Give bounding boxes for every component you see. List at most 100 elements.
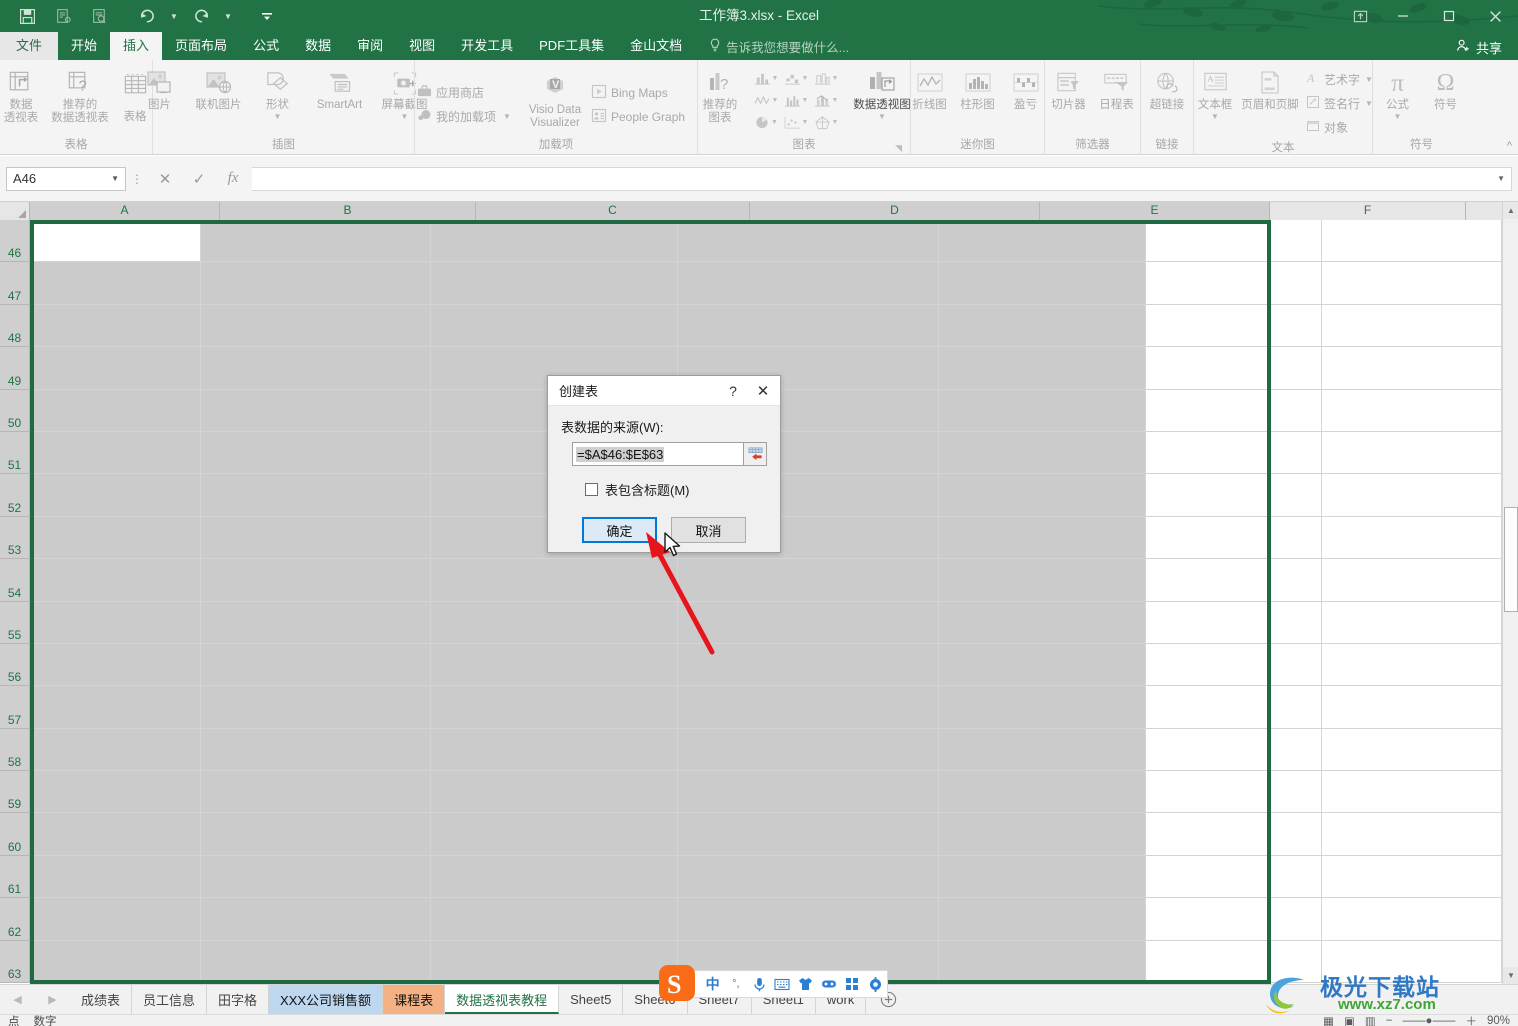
page-layout-icon[interactable]: ▣ xyxy=(1344,1015,1355,1026)
chart-type-grid[interactable]: ▼ ▼ ▼ ▼ ▼ ▼ ▼ ▼ ▼ xyxy=(751,67,841,133)
cell-B56[interactable] xyxy=(200,643,432,686)
row-header-63[interactable]: 63 xyxy=(0,940,30,984)
tab-kingsoft-docs[interactable]: 金山文档 xyxy=(617,32,695,60)
ribbon-tab-row[interactable]: 文件 开始 插入 页面布局 公式 数据 审阅 视图 开发工具 PDF工具集 金山… xyxy=(0,32,1518,60)
collapse-ribbon-icon[interactable]: ^ xyxy=(1507,140,1512,152)
name-box-dropdown-icon[interactable]: ▼ xyxy=(111,174,119,183)
sheet-tab-3[interactable]: XXX公司销售额 xyxy=(269,985,384,1014)
cell-G57[interactable] xyxy=(1322,686,1502,728)
worksheet-grid[interactable]: A B C D E F 46 47 48 49 50 51 52 53 54 55 56 57 58 59… xyxy=(0,202,1518,984)
column-header-F[interactable]: F xyxy=(1270,202,1466,220)
grid-row-58[interactable] xyxy=(30,728,1502,772)
signature-line-button[interactable]: 签名行 ▼ xyxy=(1302,91,1374,115)
tab-page-layout[interactable]: 页面布局 xyxy=(162,32,240,60)
grid-row-60[interactable] xyxy=(30,813,1502,856)
column-header-D[interactable]: D xyxy=(750,202,1040,220)
cell-C59[interactable] xyxy=(431,771,678,813)
sparkline-winloss-button[interactable]: 盈亏 xyxy=(1003,65,1049,114)
row-header-51[interactable]: 51 xyxy=(0,431,30,475)
formula-input[interactable]: ▼ xyxy=(252,166,1512,191)
symbol-button[interactable]: Ω 符号 xyxy=(1423,65,1469,114)
has-headers-checkbox-row[interactable]: 表包含标题(M) xyxy=(585,480,767,499)
ribbon-tabs[interactable]: 文件 开始 插入 页面布局 公式 数据 审阅 视图 开发工具 PDF工具集 金山… xyxy=(0,32,1518,60)
cell-D48[interactable] xyxy=(677,304,939,347)
statistic-chart-icon[interactable]: ▼ xyxy=(751,89,781,111)
print-preview-icon[interactable] xyxy=(46,2,80,30)
cell-E60[interactable] xyxy=(938,813,1146,855)
grid-cells[interactable] xyxy=(30,220,1502,984)
formula-bar-grip[interactable]: ⋮ xyxy=(126,172,148,186)
cell-B47[interactable] xyxy=(200,262,432,304)
customize-qat-icon[interactable] xyxy=(250,2,284,30)
cell-B46[interactable] xyxy=(200,220,432,262)
tab-insert[interactable]: 插入 xyxy=(110,32,163,60)
cell-A49[interactable] xyxy=(30,347,201,389)
grid-row-61[interactable] xyxy=(30,855,1502,899)
equation-button[interactable]: π 公式 ▼ xyxy=(1375,65,1421,123)
quick-access-toolbar[interactable]: ▼ ▼ xyxy=(10,2,284,30)
cell-F60[interactable] xyxy=(1145,813,1323,855)
recommended-pivot-tables-button[interactable]: ? 推荐的 数据透视表 xyxy=(50,65,110,127)
cell-A51[interactable] xyxy=(30,431,201,474)
cell-A48[interactable] xyxy=(30,304,201,347)
cell-E61[interactable] xyxy=(938,855,1146,898)
cell-G47[interactable] xyxy=(1322,262,1502,304)
settings-icon[interactable] xyxy=(864,972,887,996)
cell-D54[interactable] xyxy=(677,559,939,601)
cell-E53[interactable] xyxy=(938,516,1146,559)
my-addins-dropdown-icon[interactable]: ▼ xyxy=(503,113,511,121)
row-header-53[interactable]: 53 xyxy=(0,516,30,560)
close-icon[interactable]: ✕ xyxy=(748,377,778,405)
row-header-58[interactable]: 58 xyxy=(0,728,30,772)
cell-E59[interactable] xyxy=(938,771,1146,813)
cell-E49[interactable] xyxy=(938,347,1146,389)
column-header-A[interactable]: A xyxy=(30,202,220,220)
cell-C62[interactable] xyxy=(431,898,678,940)
cell-A47[interactable] xyxy=(30,262,201,304)
column-chart-icon[interactable]: ▼ xyxy=(751,67,781,89)
cell-B49[interactable] xyxy=(200,347,432,389)
page-break-icon[interactable]: ▥ xyxy=(1365,1015,1376,1026)
cell-A53[interactable] xyxy=(30,516,201,559)
zoom-out-icon[interactable]: − xyxy=(1386,1015,1393,1026)
cell-C56[interactable] xyxy=(431,643,678,686)
cell-B58[interactable] xyxy=(200,728,432,771)
save-icon[interactable] xyxy=(10,2,44,30)
cell-D47[interactable] xyxy=(677,262,939,304)
cell-A57[interactable] xyxy=(30,686,201,728)
cell-B60[interactable] xyxy=(200,813,432,855)
cell-G60[interactable] xyxy=(1322,813,1502,855)
create-table-dialog[interactable]: 创建表 ? ✕ 表数据的来源(W): =$A$46:$E$63 表包含标题(M)… xyxy=(547,375,781,553)
cell-E51[interactable] xyxy=(938,431,1146,474)
cell-E48[interactable] xyxy=(938,304,1146,347)
cell-D62[interactable] xyxy=(677,898,939,940)
row-header-50[interactable]: 50 xyxy=(0,389,30,432)
cell-D58[interactable] xyxy=(677,728,939,771)
column-header-C[interactable]: C xyxy=(476,202,750,220)
cell-A63[interactable] xyxy=(30,940,201,983)
cell-E54[interactable] xyxy=(938,559,1146,601)
wordart-button[interactable]: A 艺术字 ▼ xyxy=(1302,67,1374,91)
grid-row-54[interactable] xyxy=(30,559,1502,602)
recommended-charts-button[interactable]: ? 推荐的 图表 xyxy=(693,65,747,127)
cell-F50[interactable] xyxy=(1145,389,1323,431)
cell-D56[interactable] xyxy=(677,643,939,686)
restore-icon[interactable] xyxy=(1426,0,1472,32)
cell-G56[interactable] xyxy=(1322,643,1502,686)
sheet-nav-arrows[interactable]: ◀ ▶ xyxy=(0,985,70,1014)
sheet-tab-2[interactable]: 田字格 xyxy=(207,985,270,1014)
cell-F61[interactable] xyxy=(1145,855,1323,898)
row-header-48[interactable]: 48 xyxy=(0,304,30,348)
sogou-logo-icon[interactable]: S xyxy=(657,963,701,1005)
source-input-row[interactable]: =$A$46:$E$63 xyxy=(572,442,767,466)
pictures-button[interactable]: 图片 xyxy=(133,65,187,114)
ime-punctuation-icon[interactable]: °, xyxy=(724,972,747,996)
cell-G61[interactable] xyxy=(1322,855,1502,898)
row-header-49[interactable]: 49 xyxy=(0,347,30,390)
grid-row-47[interactable] xyxy=(30,262,1502,305)
grid-row-46[interactable] xyxy=(30,220,1502,263)
column-headers[interactable]: A B C D E F xyxy=(0,202,1518,220)
ime-toolbar[interactable]: S 中 °, xyxy=(659,965,888,1001)
cell-G59[interactable] xyxy=(1322,771,1502,813)
cell-D46[interactable] xyxy=(677,220,939,262)
